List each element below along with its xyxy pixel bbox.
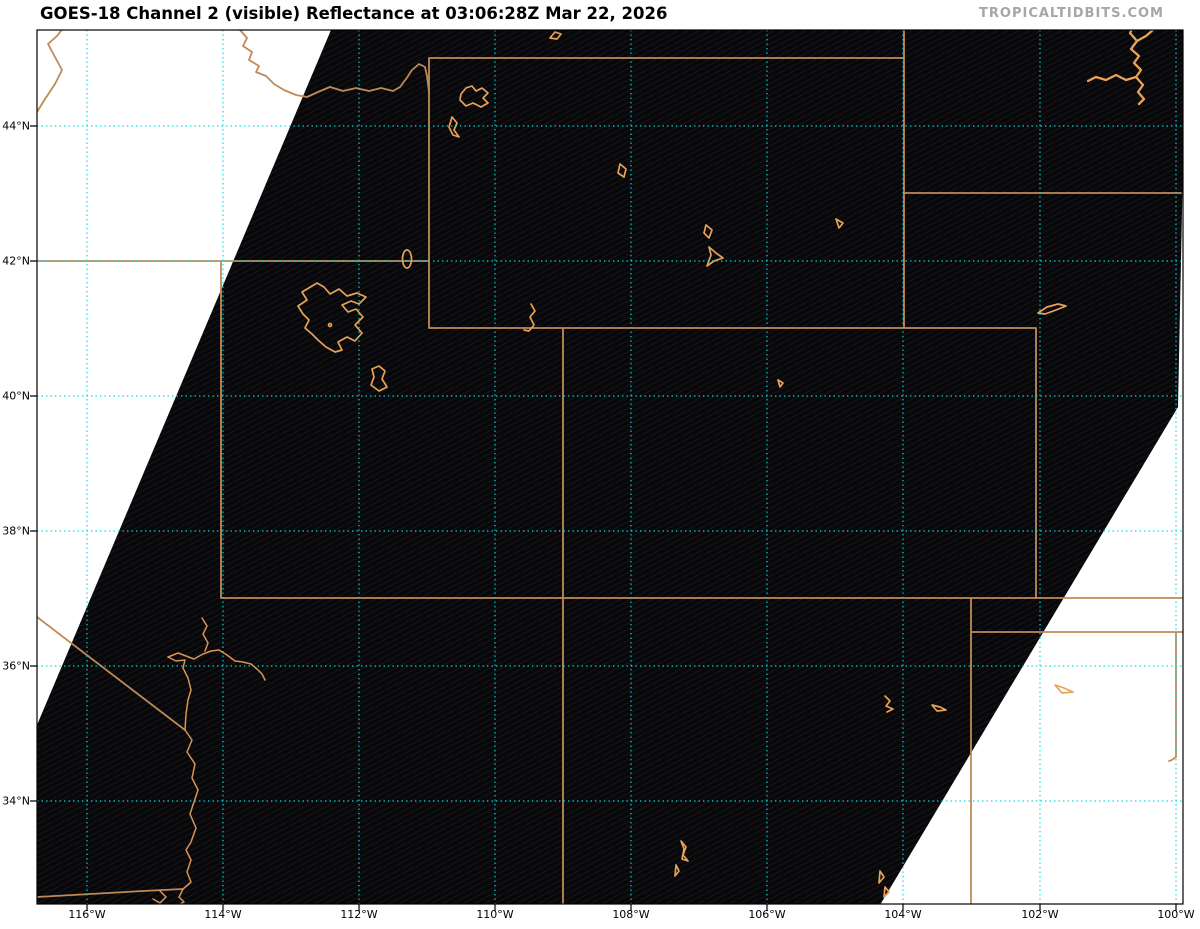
lon-tick-label: 100°W: [1157, 908, 1195, 921]
lon-tick-label: 116°W: [68, 908, 106, 921]
lake-meredith: [1054, 684, 1074, 694]
lon-tick-label: 104°W: [884, 908, 922, 921]
lon-tick-label: 114°W: [204, 908, 242, 921]
lat-tick-label: 42°N: [2, 254, 30, 268]
lon-tick-label: 112°W: [340, 908, 378, 921]
latitude-tick-marks: [30, 125, 37, 802]
lat-tick-label: 36°N: [2, 659, 30, 673]
lon-tick-label: 108°W: [612, 908, 650, 921]
lon-tick-label: 110°W: [476, 908, 514, 921]
snake-river-border: [37, 30, 63, 113]
lat-tick-label: 34°N: [2, 794, 30, 808]
lon-tick-label: 102°W: [1021, 908, 1059, 921]
satellite-map-page: GOES-18 Channel 2 (visible) Reflectance …: [0, 0, 1200, 929]
lat-tick-label: 38°N: [2, 524, 30, 538]
lon-tick-label: 106°W: [748, 908, 786, 921]
lat-tick-label: 40°N: [2, 389, 30, 403]
map-canvas: [30, 29, 1184, 911]
night-black-sector: [37, 30, 1183, 904]
lat-tick-label: 44°N: [2, 119, 30, 133]
satellite-data-region: [37, 30, 1183, 904]
